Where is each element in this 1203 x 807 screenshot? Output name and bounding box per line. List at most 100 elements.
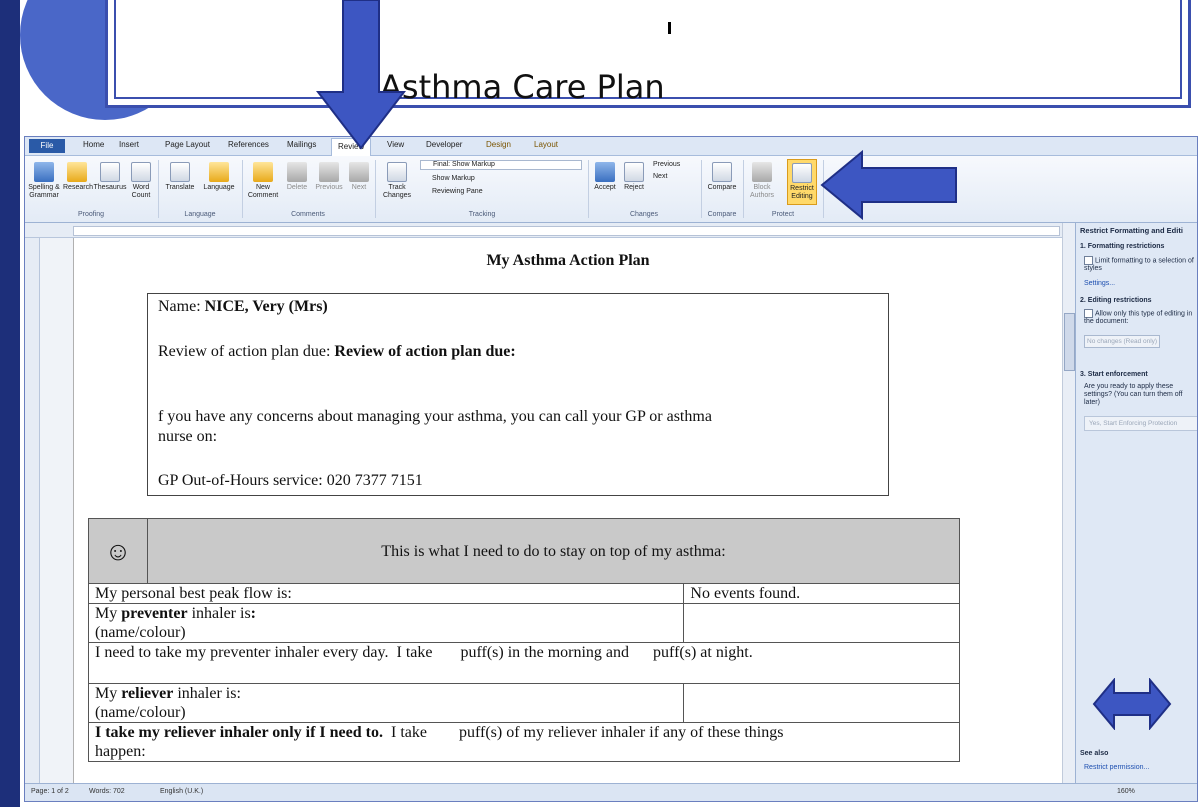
delete-comment-button[interactable]: Delete <box>283 162 311 192</box>
track-changes-icon <box>387 162 407 182</box>
vertical-ruler[interactable] <box>25 238 40 783</box>
language-status[interactable]: English (U.K.) <box>160 788 203 795</box>
previous-change-button[interactable]: Previous <box>653 161 680 168</box>
plan-header: This is what I need to do to stay on top… <box>147 518 960 584</box>
research-icon <box>67 162 87 182</box>
reliever-sub: (name/colour) <box>95 704 186 721</box>
tab-layout[interactable]: Layout <box>534 140 558 149</box>
translate-button[interactable]: Translate <box>162 162 198 192</box>
editing-restrictions-heading: 2. Editing restrictions <box>1080 297 1152 304</box>
language-button[interactable]: Language <box>200 162 238 192</box>
preventer-pre: My <box>95 605 122 622</box>
new-comment-icon <box>253 162 273 182</box>
pane-title: Restrict Formatting and Editi <box>1080 226 1183 235</box>
thesaurus-label: Thesaurus <box>93 184 127 191</box>
reliever-only-bold: I take my reliever inhaler only if I nee… <box>95 724 383 741</box>
allow-only-label: Allow only this type of editing in the d… <box>1084 310 1193 326</box>
group-separator <box>242 160 243 218</box>
scroll-thumb[interactable] <box>1064 313 1075 371</box>
accept-check-icon <box>595 162 615 182</box>
settings-link[interactable]: Settings... <box>1084 280 1115 287</box>
horizontal-ruler[interactable] <box>25 223 1065 238</box>
previous-comment-button[interactable]: Previous <box>313 162 345 192</box>
double-arrow-annotation <box>1092 678 1172 730</box>
compare-button[interactable]: Compare <box>705 162 739 192</box>
peak-flow-label: My personal best peak flow is: <box>87 583 685 604</box>
start-enforcing-button[interactable]: Yes, Start Enforcing Protection <box>1084 416 1197 431</box>
spelling-grammar-label: Spelling & Grammar <box>28 184 60 199</box>
tab-page-layout[interactable]: Page Layout <box>165 140 210 149</box>
limit-formatting-label: Limit formatting to a selection of style… <box>1084 257 1194 273</box>
reviewing-pane-button[interactable]: Reviewing Pane <box>432 188 483 195</box>
word-count[interactable]: Words: 702 <box>89 788 125 795</box>
zoom-level[interactable]: 160% <box>1117 788 1135 795</box>
editing-type-dropdown[interactable]: No changes (Read only) <box>1084 335 1160 348</box>
block-authors-button[interactable]: Block Authors <box>747 162 777 200</box>
tab-mailings[interactable]: Mailings <box>287 140 316 149</box>
display-for-review-dropdown[interactable]: Final: Show Markup <box>420 160 582 170</box>
delete-comment-icon <box>287 162 307 182</box>
research-button[interactable]: Research <box>63 162 93 192</box>
tab-references[interactable]: References <box>228 140 269 149</box>
accept-button[interactable]: Accept <box>591 162 619 192</box>
reliever-value[interactable] <box>683 683 960 723</box>
language-label: Language <box>203 184 235 191</box>
limit-formatting-checkbox[interactable] <box>1084 256 1093 265</box>
slide-left-bar <box>0 0 20 807</box>
language-globe-icon <box>209 162 229 182</box>
spelling-grammar-button[interactable]: Spelling & Grammar <box>27 162 61 200</box>
next-change-button[interactable]: Next <box>653 173 667 180</box>
preventer-post: inhaler is <box>187 605 251 622</box>
new-comment-button[interactable]: New Comment <box>247 162 279 200</box>
ready-text: Are you ready to apply these settings? (… <box>1084 383 1183 406</box>
allow-only-option[interactable]: Allow only this type of editing in the d… <box>1084 309 1194 326</box>
left-arrow-annotation <box>820 150 957 220</box>
page-count[interactable]: Page: 1 of 2 <box>31 788 69 795</box>
protect-group-label: Protect <box>771 211 795 218</box>
review-label: Review of action plan due: <box>158 343 335 360</box>
review-line: Review of action plan due: Review of act… <box>158 343 516 361</box>
concerns-line-2: nurse on: <box>158 428 218 445</box>
concerns-line: f you have any concerns about managing y… <box>158 408 712 425</box>
preventer-cell: My preventer inhaler is: (name/colour) <box>87 603 685 643</box>
tracking-group-label: Tracking <box>468 211 496 218</box>
allow-only-checkbox[interactable] <box>1084 309 1093 318</box>
document-title: My Asthma Action Plan <box>486 252 650 269</box>
thesaurus-button[interactable]: Thesaurus <box>93 162 127 192</box>
tab-developer[interactable]: Developer <box>426 140 462 149</box>
peak-flow-value[interactable]: No events found. <box>683 583 960 604</box>
ruler-strip <box>73 226 1060 236</box>
preventer-sub: (name/colour) <box>95 624 186 641</box>
limit-formatting-option[interactable]: Limit formatting to a selection of style… <box>1084 256 1194 273</box>
comments-group-label: Comments <box>291 211 325 218</box>
word-count-button[interactable]: Word Count <box>129 162 153 200</box>
down-arrow-shape <box>316 0 406 150</box>
document-page[interactable]: My Asthma Action Plan Name: NICE, Very (… <box>73 238 1063 783</box>
tab-insert[interactable]: Insert <box>119 140 139 149</box>
reliever-only-cell: I take my reliever inhaler only if I nee… <box>88 722 960 762</box>
tab-home[interactable]: Home <box>83 140 104 149</box>
compare-icon <box>712 162 732 182</box>
block-authors-label: Block Authors <box>749 184 775 199</box>
tab-design[interactable]: Design <box>486 140 511 149</box>
group-separator <box>375 160 376 218</box>
tab-file[interactable]: File <box>29 139 65 153</box>
next-comment-button[interactable]: Next <box>347 162 371 192</box>
thesaurus-icon <box>100 162 120 182</box>
asthma-plan-table: ☺ This is what I need to do to stay on t… <box>87 518 960 762</box>
show-markup-button[interactable]: Show Markup <box>432 175 475 182</box>
vertical-scrollbar[interactable] <box>1062 223 1075 783</box>
compare-label: Compare <box>707 184 737 191</box>
proofing-group-label: Proofing <box>77 211 105 218</box>
block-authors-icon <box>752 162 772 182</box>
see-also-heading: See also <box>1080 750 1109 757</box>
restrict-editing-label: Restrict Editing <box>790 185 814 200</box>
preventer-value[interactable] <box>683 603 960 643</box>
name-label: Name: <box>158 298 205 315</box>
restrict-permission-link[interactable]: Restrict permission... <box>1084 764 1149 771</box>
track-changes-button[interactable]: Track Changes <box>379 162 415 200</box>
start-enforcement-heading: 3. Start enforcement <box>1080 371 1148 378</box>
restrict-editing-button[interactable]: Restrict Editing <box>787 159 817 205</box>
reject-button[interactable]: Reject <box>621 162 647 192</box>
name-value: NICE, Very (Mrs) <box>204 298 328 315</box>
